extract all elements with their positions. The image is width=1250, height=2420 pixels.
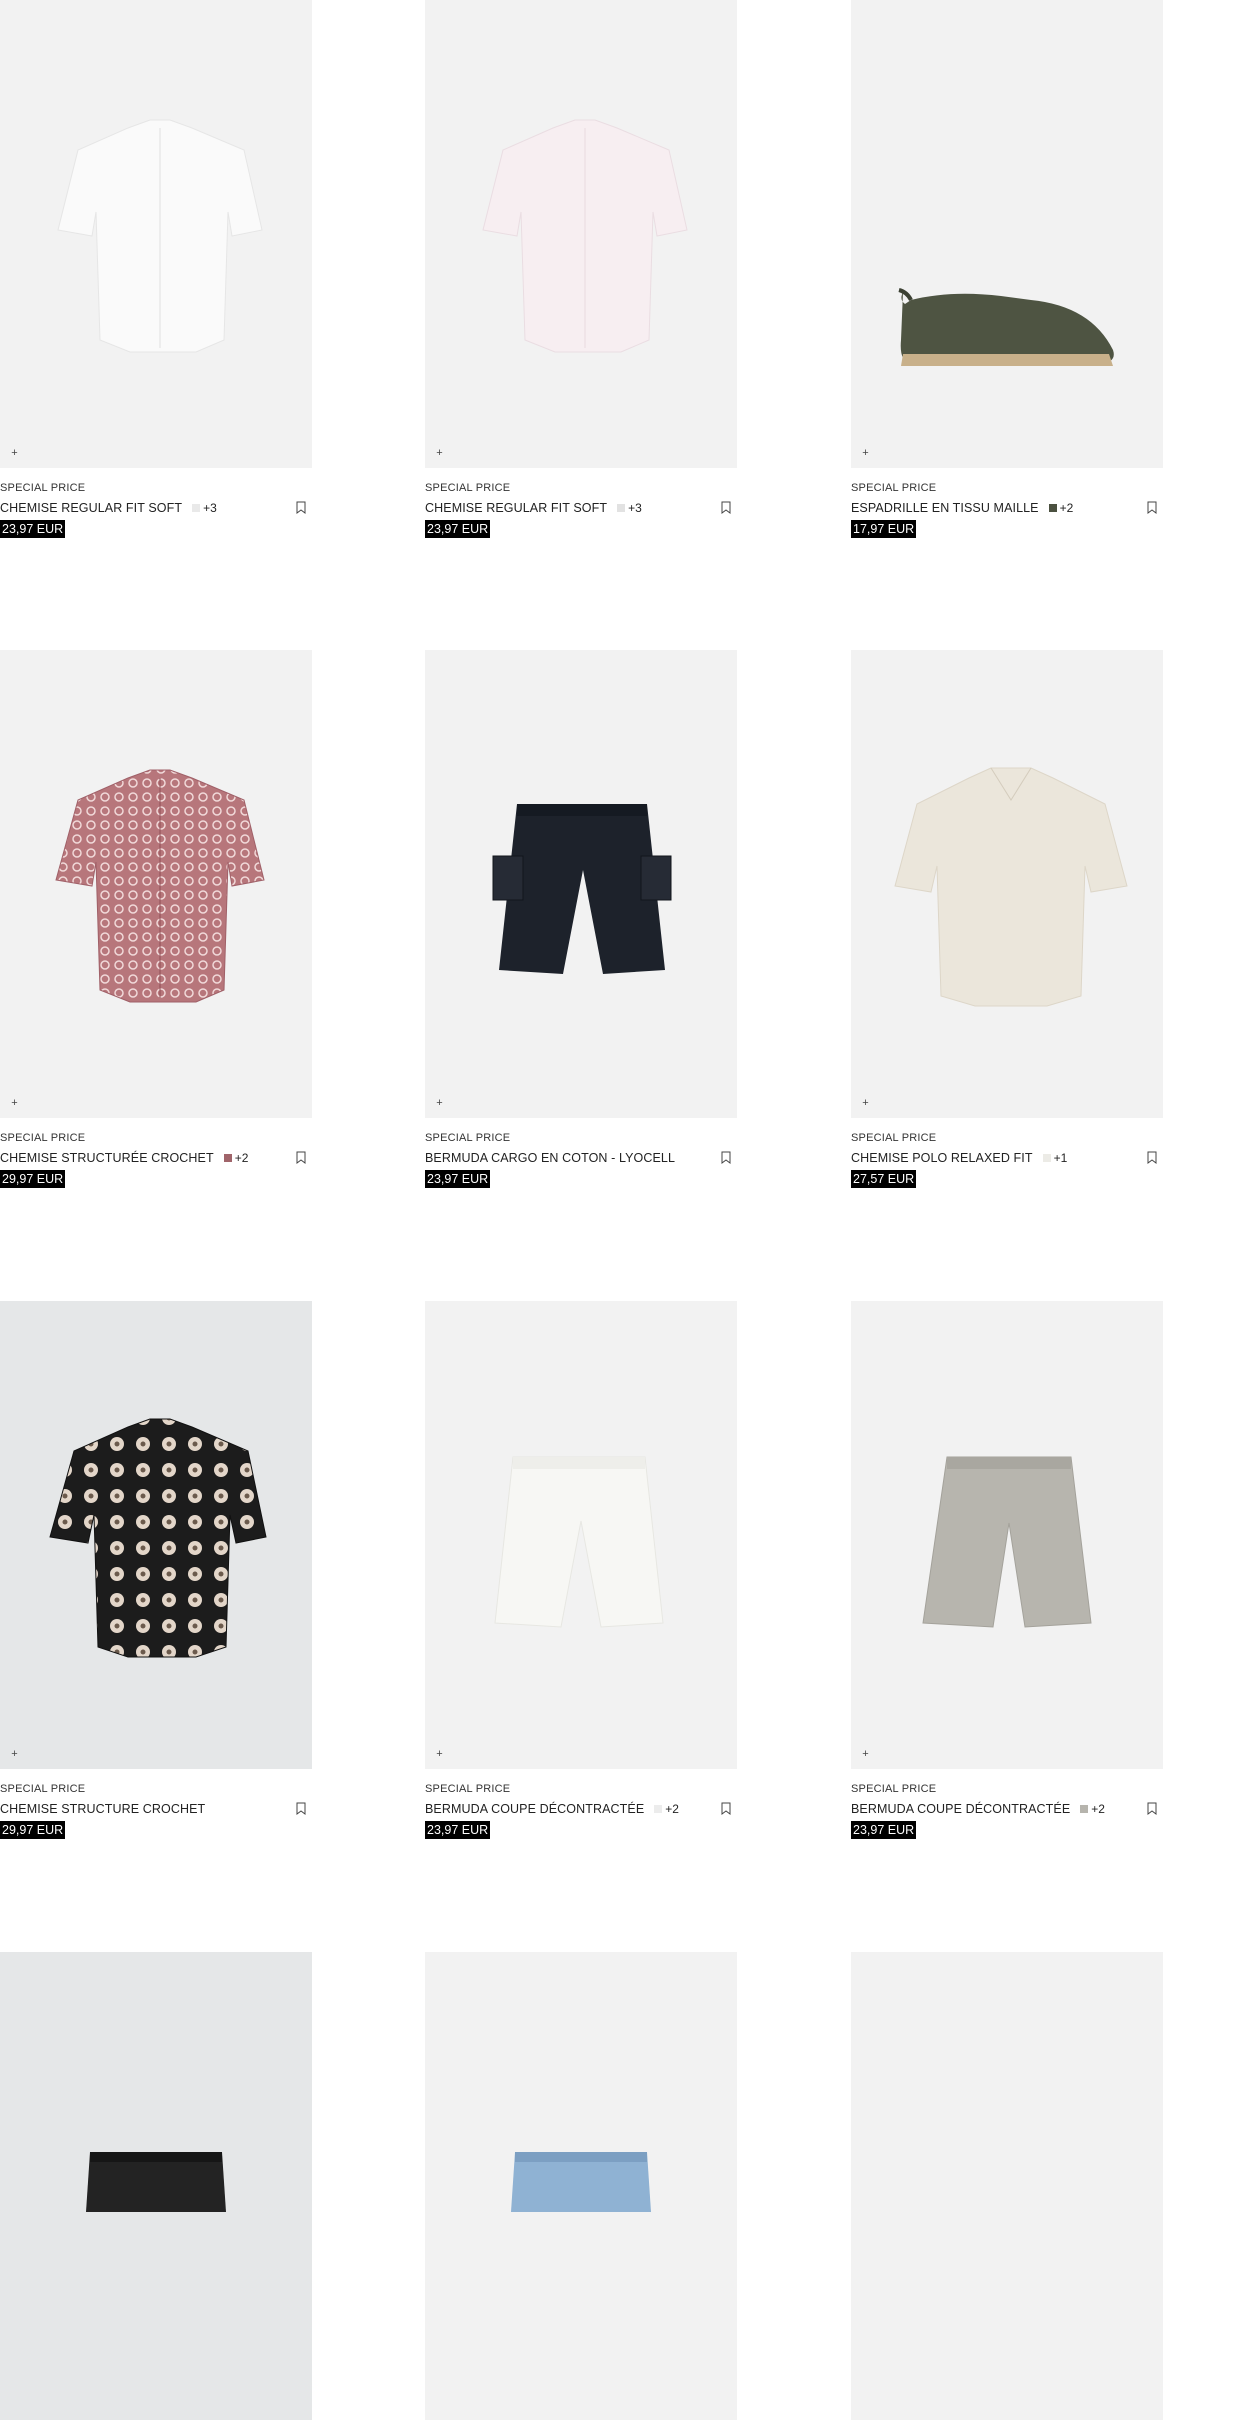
product-name[interactable]: CHEMISE REGULAR FIT SOFT <box>0 501 182 515</box>
product-card[interactable] <box>851 1952 1163 2420</box>
grey-shorts-icon <box>922 1456 1092 1628</box>
product-name[interactable]: BERMUDA COUPE DÉCONTRACTÉE <box>851 1802 1070 1816</box>
color-swatch[interactable] <box>223 1154 232 1162</box>
product-image[interactable]: + <box>0 0 312 468</box>
bookmark-icon[interactable] <box>720 501 732 515</box>
espadrille-icon <box>898 288 1114 366</box>
price-tag: 23,97 EUR <box>425 1821 491 1839</box>
crochet-shirt-icon <box>49 1418 267 1658</box>
price-tag: 23,97 EUR <box>0 520 66 538</box>
product-name[interactable]: CHEMISE STRUCTURÉE CROCHET <box>0 1151 214 1165</box>
product-name[interactable]: CHEMISE POLO RELAXED FIT <box>851 1151 1033 1165</box>
product-card[interactable]: + SPECIAL PRICE ESPADRILLE EN TISSU MAIL… <box>851 0 1163 538</box>
product-card[interactable]: + SPECIAL PRICE CHEMISE STRUCTURÉE CROCH… <box>0 650 312 1188</box>
product-card[interactable] <box>425 1952 737 2420</box>
pink-shirt-icon <box>482 119 688 353</box>
polo-shirt-icon <box>894 767 1128 1007</box>
product-card[interactable]: + SPECIAL PRICE CHEMISE REGULAR FIT SOFT… <box>0 0 312 538</box>
product-label: SPECIAL PRICE <box>425 1132 511 1144</box>
bookmark-icon[interactable] <box>295 1802 307 1816</box>
product-name[interactable]: BERMUDA COUPE DÉCONTRACTÉE <box>425 1802 644 1816</box>
blue-jeans-icon <box>511 2152 651 2212</box>
price-tag: 29,97 EUR <box>0 1170 66 1188</box>
product-image[interactable]: + <box>851 1301 1163 1769</box>
plus-icon[interactable]: + <box>860 1749 871 1760</box>
product-label: SPECIAL PRICE <box>851 1132 937 1144</box>
bookmark-icon[interactable] <box>1146 1802 1158 1816</box>
more-colors[interactable]: +2 <box>235 1151 249 1165</box>
product-label: SPECIAL PRICE <box>851 482 937 494</box>
bookmark-icon[interactable] <box>1146 501 1158 515</box>
product-card[interactable]: + SPECIAL PRICE BERMUDA COUPE DÉCONTRACT… <box>851 1301 1163 1839</box>
product-image[interactable] <box>851 1952 1163 2420</box>
plus-icon[interactable]: + <box>860 448 871 459</box>
more-colors[interactable]: +1 <box>1054 1151 1068 1165</box>
product-name[interactable]: BERMUDA CARGO EN COTON - LYOCELL <box>425 1151 675 1165</box>
product-image[interactable]: + <box>0 650 312 1118</box>
white-shirt-icon <box>57 119 263 353</box>
product-card[interactable]: + SPECIAL PRICE CHEMISE REGULAR FIT SOFT… <box>425 0 737 538</box>
color-swatch[interactable] <box>654 1805 663 1813</box>
product-label: SPECIAL PRICE <box>425 1783 511 1795</box>
plus-icon[interactable]: + <box>9 1749 20 1760</box>
product-label: SPECIAL PRICE <box>425 482 511 494</box>
price-tag: 27,57 EUR <box>851 1170 917 1188</box>
product-image[interactable] <box>425 1952 737 2420</box>
plus-icon[interactable]: + <box>434 1749 445 1760</box>
plus-icon[interactable]: + <box>434 1098 445 1109</box>
product-image[interactable]: + <box>851 0 1163 468</box>
more-colors[interactable]: +2 <box>1060 501 1074 515</box>
product-image[interactable]: + <box>425 0 737 468</box>
product-card[interactable]: + SPECIAL PRICE BERMUDA COUPE DÉCONTRACT… <box>425 1301 737 1839</box>
white-shorts-icon <box>494 1456 664 1628</box>
price-tag: 17,97 EUR <box>851 520 917 538</box>
plus-icon[interactable]: + <box>9 1098 20 1109</box>
product-image[interactable]: + <box>851 650 1163 1118</box>
product-name[interactable]: CHEMISE STRUCTURE CROCHET <box>0 1802 205 1816</box>
cargo-shorts-icon <box>492 804 672 974</box>
color-swatch[interactable] <box>1080 1805 1089 1813</box>
color-swatch[interactable] <box>192 504 201 512</box>
bookmark-icon[interactable] <box>720 1151 732 1165</box>
product-image[interactable]: + <box>425 650 737 1118</box>
product-name[interactable]: CHEMISE REGULAR FIT SOFT <box>425 501 607 515</box>
more-colors[interactable]: +3 <box>203 501 217 515</box>
bookmark-icon[interactable] <box>295 501 307 515</box>
price-tag: 23,97 EUR <box>425 520 491 538</box>
bookmark-icon[interactable] <box>1146 1151 1158 1165</box>
product-image[interactable]: + <box>0 1301 312 1769</box>
bookmark-icon[interactable] <box>295 1151 307 1165</box>
more-colors[interactable]: +3 <box>628 501 642 515</box>
product-label: SPECIAL PRICE <box>851 1783 937 1795</box>
product-name[interactable]: ESPADRILLE EN TISSU MAILLE <box>851 501 1039 515</box>
color-swatch[interactable] <box>617 504 626 512</box>
color-swatch[interactable] <box>1048 504 1057 512</box>
product-card[interactable]: + SPECIAL PRICE CHEMISE STRUCTURE CROCHE… <box>0 1301 312 1839</box>
price-tag: 23,97 EUR <box>851 1821 917 1839</box>
product-image[interactable]: + <box>425 1301 737 1769</box>
plus-icon[interactable]: + <box>860 1098 871 1109</box>
product-label: SPECIAL PRICE <box>0 482 86 494</box>
plus-icon[interactable]: + <box>434 448 445 459</box>
more-colors[interactable]: +2 <box>665 1802 679 1816</box>
color-swatch[interactable] <box>1042 1154 1051 1162</box>
product-card[interactable] <box>0 1952 312 2420</box>
more-colors[interactable]: +2 <box>1091 1802 1105 1816</box>
product-image[interactable] <box>0 1952 312 2420</box>
product-label: SPECIAL PRICE <box>0 1132 86 1144</box>
plus-icon[interactable]: + <box>9 448 20 459</box>
crochet-shirt-icon <box>55 769 265 1003</box>
price-tag: 29,97 EUR <box>0 1821 66 1839</box>
black-jeans-icon <box>86 2152 226 2212</box>
price-tag: 23,97 EUR <box>425 1170 491 1188</box>
bookmark-icon[interactable] <box>720 1802 732 1816</box>
product-card[interactable]: + SPECIAL PRICE CHEMISE POLO RELAXED FIT… <box>851 650 1163 1188</box>
product-card[interactable]: + SPECIAL PRICE BERMUDA CARGO EN COTON -… <box>425 650 737 1188</box>
product-label: SPECIAL PRICE <box>0 1783 86 1795</box>
